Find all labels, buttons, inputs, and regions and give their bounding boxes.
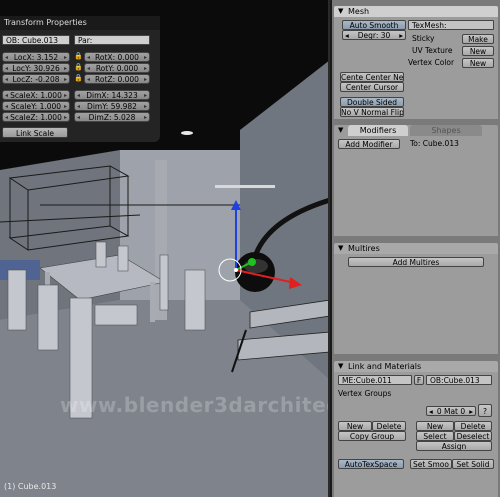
increment-arrow-icon[interactable]: ▸ <box>64 75 67 83</box>
increment-arrow-icon[interactable]: ▸ <box>64 64 67 72</box>
scale-z-field[interactable]: ◂ ScaleZ: 1.000 ▸ <box>2 112 70 122</box>
add-modifier-button[interactable]: Add Modifier <box>338 139 400 149</box>
decrement-arrow-icon[interactable]: ◂ <box>5 113 8 121</box>
scale-x-field[interactable]: ◂ ScaleX: 1.000 ▸ <box>2 90 70 100</box>
auto-smooth-button[interactable]: Auto Smooth <box>342 20 406 30</box>
material-assign-button[interactable]: Assign <box>416 441 492 451</box>
object-datablock-field[interactable]: OB:Cube.013 <box>426 375 492 385</box>
double-sided-toggle[interactable]: Double Sided <box>340 97 404 107</box>
mesh-panel: Auto Smooth TexMesh: ◂ Degr: 30 ▸ Sticky M… <box>334 17 498 119</box>
mesh-datablock-field[interactable]: ME:Cube.011 <box>338 375 412 385</box>
parent-field[interactable]: Par: <box>74 35 150 45</box>
decrement-arrow-icon[interactable]: ◂ <box>5 64 8 72</box>
buttons-window: ▼ Mesh Auto Smooth TexMesh: ◂ Degr: 30 ▸ S… <box>332 0 500 497</box>
dim-x-field[interactable]: ◂ DimX: 14.323 ▸ <box>74 90 150 100</box>
collapse-triangle-icon[interactable]: ▼ <box>338 243 343 254</box>
vertex-groups-label: Vertex Groups <box>338 389 392 398</box>
3d-viewport[interactable]: www.blender3darchitect.com (1) Cube.013 … <box>0 0 330 497</box>
transform-panel-title[interactable]: Transform Properties <box>0 16 160 30</box>
lock-icon[interactable]: 🔒 <box>74 52 83 61</box>
uv-texture-new-button[interactable]: New <box>462 46 494 56</box>
tab-modifiers[interactable]: Modifiers <box>348 125 408 136</box>
increment-arrow-icon[interactable]: ▸ <box>399 31 405 39</box>
link-materials-panel: ME:Cube.011 F OB:Cube.013 Vertex Groups … <box>334 372 498 497</box>
decrement-arrow-icon[interactable]: ◂ <box>77 102 80 110</box>
increment-arrow-icon[interactable]: ▸ <box>64 102 67 110</box>
decrement-arrow-icon[interactable]: ◂ <box>343 31 349 39</box>
center-cursor-button[interactable]: Center Cursor <box>340 82 404 92</box>
sticky-make-button[interactable]: Make <box>462 34 494 44</box>
tab-shapes[interactable]: Shapes <box>410 125 482 136</box>
autotexspace-toggle[interactable]: AutoTexSpace <box>338 459 404 469</box>
copy-group-button[interactable]: Copy Group <box>338 431 406 441</box>
center-button[interactable]: Cente Center Ne <box>340 72 404 82</box>
collapse-triangle-icon[interactable]: ▼ <box>338 125 343 136</box>
modifiers-panel-header[interactable]: ▼ Modifiers Shapes <box>334 125 498 136</box>
degr-field[interactable]: ◂ Degr: 30 ▸ <box>342 30 406 40</box>
rot-y-field[interactable]: ◂ RotY: 0.000 ▸ <box>84 63 150 73</box>
loc-x-field[interactable]: ◂ LocX: 3.152 ▸ <box>2 52 70 62</box>
increment-arrow-icon[interactable]: ▸ <box>144 64 147 72</box>
increment-arrow-icon[interactable]: ▸ <box>144 75 147 83</box>
material-new-button[interactable]: New <box>416 421 454 431</box>
set-smooth-button[interactable]: Set Smoo <box>410 459 452 469</box>
multires-panel: Add Multires <box>334 254 498 354</box>
material-delete-button[interactable]: Delete <box>454 421 492 431</box>
decrement-arrow-icon[interactable]: ◂ <box>87 75 90 83</box>
dim-z-field[interactable]: ◂ DimZ: 5.028 ▸ <box>74 112 150 122</box>
decrement-arrow-icon[interactable]: ◂ <box>5 75 8 83</box>
increment-arrow-icon[interactable]: ▸ <box>64 113 67 121</box>
decrement-arrow-icon[interactable]: ◂ <box>5 102 8 110</box>
increment-arrow-icon[interactable]: ▸ <box>64 91 67 99</box>
active-object-label: (1) Cube.013 <box>4 482 57 491</box>
vgroup-delete-button[interactable]: Delete <box>372 421 406 431</box>
increment-arrow-icon[interactable]: ▸ <box>144 91 147 99</box>
material-deselect-button[interactable]: Deselect <box>454 431 492 441</box>
dim-y-field[interactable]: ◂ DimY: 59.982 ▸ <box>74 101 150 111</box>
loc-z-field[interactable]: ◂ LocZ: -0.208 ▸ <box>2 74 70 84</box>
vertex-color-label: Vertex Color <box>408 58 455 67</box>
increment-arrow-icon[interactable]: ▸ <box>469 407 475 415</box>
decrement-arrow-icon[interactable]: ◂ <box>427 407 433 415</box>
set-solid-button[interactable]: Set Solid <box>452 459 494 469</box>
material-index-field[interactable]: ◂ 0 Mat 0 ▸ <box>426 406 476 416</box>
material-help-button[interactable]: ? <box>478 404 492 417</box>
increment-arrow-icon[interactable]: ▸ <box>144 102 147 110</box>
vgroup-new-button[interactable]: New <box>338 421 372 431</box>
uv-texture-label: UV Texture <box>412 46 453 55</box>
vertex-color-new-button[interactable]: New <box>462 58 494 68</box>
no-v-normal-flip-toggle[interactable]: No V Normal Flip <box>340 107 404 117</box>
add-multires-button[interactable]: Add Multires <box>348 257 484 267</box>
rot-z-field[interactable]: ◂ RotZ: 0.000 ▸ <box>84 74 150 84</box>
increment-arrow-icon[interactable]: ▸ <box>144 53 147 61</box>
increment-arrow-icon[interactable]: ▸ <box>144 113 147 121</box>
modifiers-panel: Add Modifier To: Cube.013 <box>334 136 498 236</box>
scale-y-field[interactable]: ◂ ScaleY: 1.000 ▸ <box>2 101 70 111</box>
decrement-arrow-icon[interactable]: ◂ <box>87 64 90 72</box>
collapse-triangle-icon[interactable]: ▼ <box>338 6 343 17</box>
lock-icon[interactable]: 🔒 <box>74 63 83 72</box>
increment-arrow-icon[interactable]: ▸ <box>64 53 67 61</box>
transform-properties-panel: Transform Properties OB: Cube.013 Par: ◂… <box>0 16 160 142</box>
decrement-arrow-icon[interactable]: ◂ <box>77 91 80 99</box>
loc-y-field[interactable]: ◂ LocY: 30.926 ▸ <box>2 63 70 73</box>
mesh-panel-header[interactable]: ▼ Mesh <box>334 6 498 17</box>
material-select-button[interactable]: Select <box>416 431 454 441</box>
decrement-arrow-icon[interactable]: ◂ <box>77 113 80 121</box>
decrement-arrow-icon[interactable]: ◂ <box>5 91 8 99</box>
lock-icon[interactable]: 🔒 <box>74 74 83 83</box>
rot-x-field[interactable]: ◂ RotX: 0.000 ▸ <box>84 52 150 62</box>
modifier-target-label: To: Cube.013 <box>410 139 459 148</box>
object-name-field[interactable]: OB: Cube.013 <box>2 35 70 45</box>
collapse-triangle-icon[interactable]: ▼ <box>338 361 343 372</box>
sticky-label: Sticky <box>412 34 435 43</box>
link-scale-button[interactable]: Link Scale <box>2 127 68 138</box>
fake-user-button[interactable]: F <box>414 375 424 385</box>
multires-panel-header[interactable]: ▼ Multires <box>334 243 498 254</box>
decrement-arrow-icon[interactable]: ◂ <box>87 53 90 61</box>
texmesh-field[interactable]: TexMesh: <box>408 20 494 30</box>
decrement-arrow-icon[interactable]: ◂ <box>5 53 8 61</box>
link-materials-panel-header[interactable]: ▼ Link and Materials <box>334 361 498 372</box>
